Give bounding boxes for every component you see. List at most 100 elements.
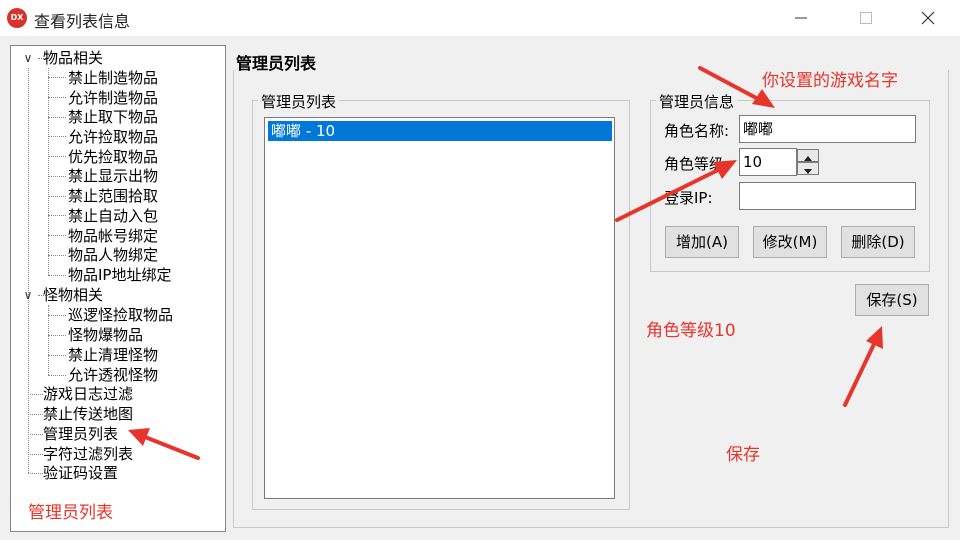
tree-node-label: 优先捡取物品 <box>68 148 159 166</box>
tree-node-label: 允许透视怪物 <box>68 366 159 384</box>
tree-node-label: 怪物爆物品 <box>68 326 144 344</box>
tree-node-label: 禁止制造物品 <box>68 69 159 87</box>
tree-node[interactable]: 允许制造物品 <box>68 88 158 108</box>
tree-node[interactable]: 禁止显示出物 <box>68 166 158 186</box>
minimize-button[interactable] <box>778 0 824 36</box>
admin-list-group-label: 管理员列表 <box>258 91 340 112</box>
tree-node[interactable]: 禁止范围拾取 <box>68 186 158 206</box>
tree-node-label: 物品帐号绑定 <box>68 227 159 245</box>
admin-info-group-label: 管理员信息 <box>656 91 738 112</box>
list-item[interactable]: 嘟嘟 - 10 <box>268 121 612 141</box>
edit-button[interactable]: 修改(M) <box>753 226 827 258</box>
triangle-down-icon <box>804 169 812 174</box>
tree-node[interactable]: 允许透视怪物 <box>68 365 158 385</box>
tree-node[interactable]: 禁止清理怪物 <box>68 345 158 365</box>
tree-node-label: 允许制造物品 <box>68 89 159 107</box>
tree-node-label: 禁止传送地图 <box>43 405 134 423</box>
tree-line <box>48 315 66 316</box>
tree-group-label: 怪物相关 <box>43 286 104 304</box>
tree-line <box>48 255 66 256</box>
tree-node[interactable]: 优先捡取物品 <box>68 147 158 167</box>
tree-node-label: 允许捡取物品 <box>68 128 159 146</box>
tree-node-admin-list[interactable]: 管理员列表 <box>43 424 118 444</box>
login-ip-label: 登录IP: <box>664 189 713 207</box>
tree-line <box>48 68 49 275</box>
login-ip-input[interactable] <box>739 182 916 210</box>
tree-line <box>28 473 43 474</box>
stepper-down-button[interactable] <box>797 162 819 175</box>
tree-line <box>48 215 66 216</box>
tree-node[interactable]: 禁止制造物品 <box>68 68 158 88</box>
tree-line <box>48 176 66 177</box>
tree-line <box>28 394 43 395</box>
save-note: 保存 <box>726 445 760 465</box>
minimize-icon <box>795 17 807 19</box>
tree-group-items[interactable]: 物品相关 <box>43 48 103 68</box>
stepper-up-button[interactable] <box>797 149 819 162</box>
save-button[interactable]: 保存(S) <box>855 284 929 316</box>
tree-node-label: 验证码设置 <box>43 464 119 482</box>
maximize-icon <box>860 12 872 24</box>
role-level-input[interactable]: 10 <box>739 148 797 176</box>
tree-node-label: 禁止清理怪物 <box>68 346 159 364</box>
tree-line <box>48 156 66 157</box>
role-level-label: 角色等级: <box>664 155 730 173</box>
title-bar: DX 查看列表信息 <box>0 0 960 36</box>
tree-line <box>28 434 43 435</box>
tree-node[interactable]: 物品人物绑定 <box>68 245 158 265</box>
app-icon: DX <box>7 8 27 28</box>
tree-node-label: 禁止自动入包 <box>68 207 159 225</box>
tree-group-label: 物品相关 <box>43 49 104 67</box>
close-icon <box>921 11 935 25</box>
tree-line <box>48 375 66 376</box>
role-level-stepper[interactable] <box>797 149 819 175</box>
window-title: 查看列表信息 <box>34 12 131 31</box>
tree-node[interactable]: 怪物爆物品 <box>68 325 143 345</box>
tree-node[interactable]: 字符过滤列表 <box>43 444 133 464</box>
admin-list-note: 管理员列表 <box>28 503 113 523</box>
tree-node[interactable]: 物品帐号绑定 <box>68 226 158 246</box>
delete-button[interactable]: 删除(D) <box>841 226 915 258</box>
collapse-chevron-icon[interactable]: ∨ <box>21 48 35 68</box>
tree-node-label: 禁止范围拾取 <box>68 187 159 205</box>
role-name-label: 角色名称: <box>664 122 730 140</box>
collapse-chevron-icon[interactable]: ∨ <box>21 285 35 305</box>
tree-node-label: 禁止取下物品 <box>68 108 159 126</box>
tree-line <box>28 454 43 455</box>
tree-node[interactable]: 物品IP地址绑定 <box>68 265 171 285</box>
tree-line <box>48 235 66 236</box>
tree-group-monsters[interactable]: 怪物相关 <box>43 285 103 305</box>
tree-node[interactable]: 游戏日志过滤 <box>43 384 133 404</box>
tree-line <box>48 117 66 118</box>
tree-line <box>48 355 66 356</box>
tree-line <box>48 97 66 98</box>
tree-node[interactable]: 禁止自动入包 <box>68 206 158 226</box>
tree-line <box>48 335 66 336</box>
tree-line <box>28 68 29 473</box>
tree-node-label: 游戏日志过滤 <box>43 385 134 403</box>
tree-line <box>48 196 66 197</box>
tree-node-label: 巡逻怪捡取物品 <box>68 306 174 324</box>
tree-node-label: 禁止显示出物 <box>68 167 159 185</box>
maximize-button[interactable] <box>843 0 889 36</box>
game-name-note: 你设置的游戏名字 <box>762 71 898 91</box>
category-tree[interactable]: ∨ 物品相关 禁止制造物品 允许制造物品 禁止取下物品 允许捡取物品 优先捡取物… <box>10 45 226 532</box>
tree-line <box>48 136 66 137</box>
tree-line <box>48 77 66 78</box>
tree-node[interactable]: 验证码设置 <box>43 463 118 483</box>
tree-node[interactable]: 禁止取下物品 <box>68 107 158 127</box>
tree-node[interactable]: 巡逻怪捡取物品 <box>68 305 173 325</box>
role-name-input[interactable]: 嘟嘟 <box>739 115 916 143</box>
tree-node-label: 物品IP地址绑定 <box>68 266 172 284</box>
tree-node[interactable]: 允许捡取物品 <box>68 127 158 147</box>
close-button[interactable] <box>905 0 951 36</box>
tree-node-label: 物品人物绑定 <box>68 246 159 264</box>
admin-listbox[interactable]: 嘟嘟 - 10 <box>264 117 615 499</box>
tree-node[interactable]: 禁止传送地图 <box>43 404 133 424</box>
tree-line <box>28 414 43 415</box>
add-button[interactable]: 增加(A) <box>665 226 739 258</box>
tree-node-label: 字符过滤列表 <box>43 445 134 463</box>
tree-node-label: 管理员列表 <box>43 425 119 443</box>
tree-line <box>48 275 66 276</box>
level-note: 角色等级10 <box>646 321 736 341</box>
